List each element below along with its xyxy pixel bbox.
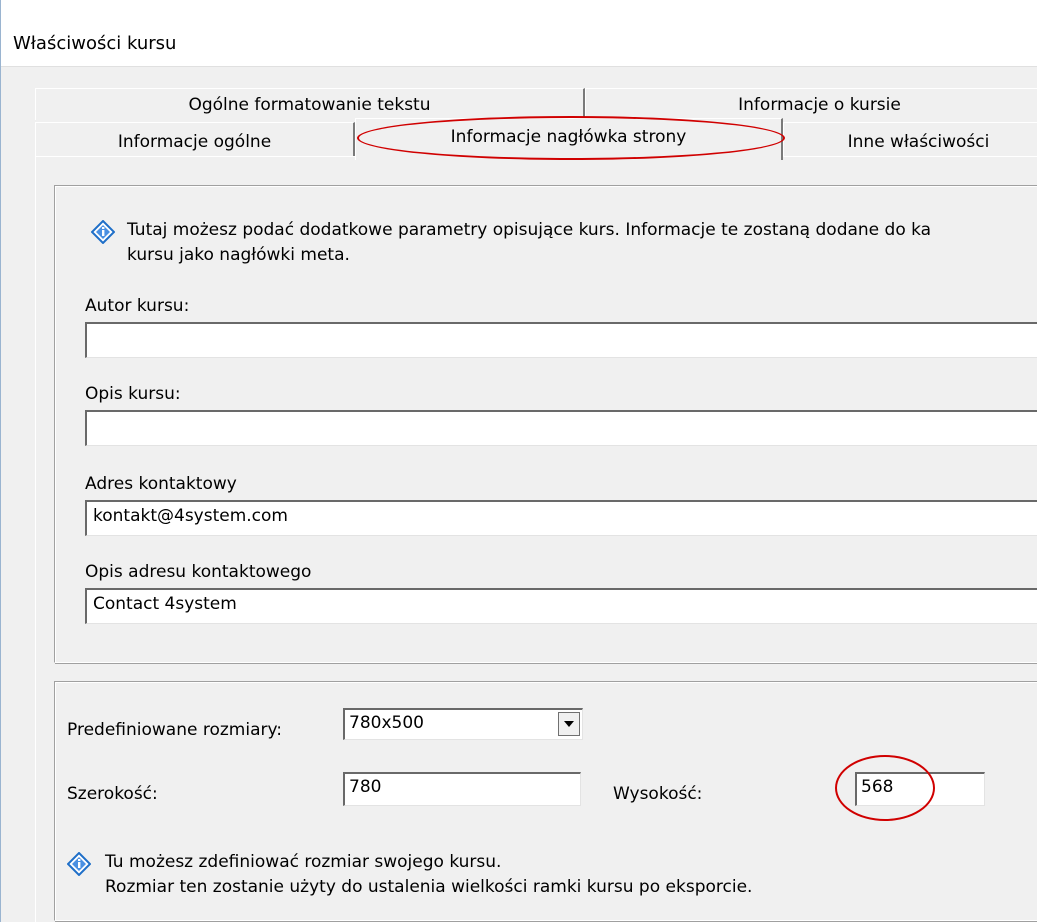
size-group: Predefiniowane rozmiary: 780x500 Szeroko… [54, 681, 1037, 921]
tab-label: Ogólne formatowanie tekstu [188, 95, 431, 115]
window-title: Właściwości kursu [13, 33, 177, 54]
info-icon [91, 220, 115, 244]
tab-course-info[interactable]: Informacje o kursie [585, 88, 1037, 120]
tab-panel: Tutaj możesz podać dodatkowe parametry o… [35, 156, 1037, 922]
meta-group: Tutaj możesz podać dodatkowe parametry o… [54, 185, 1037, 663]
meta-info-text-2: kursu jako nagłówki meta. [127, 245, 350, 265]
predefined-sizes-select[interactable]: 780x500 [343, 708, 583, 740]
height-label: Wysokość: [613, 784, 703, 804]
tab-text-formatting[interactable]: Ogólne formatowanie tekstu [35, 88, 585, 120]
tab-general-info[interactable]: Informacje ogólne [35, 122, 355, 158]
author-label: Autor kursu: [85, 296, 190, 316]
info-icon [67, 852, 91, 876]
tab-label: Informacje o kursie [738, 95, 901, 115]
contact-label: Adres kontaktowy [85, 474, 237, 494]
contact-desc-field[interactable]: Contact 4system [85, 588, 1037, 624]
predefined-sizes-label: Predefiniowane rozmiary: [67, 720, 283, 740]
tab-page-header-info[interactable]: Informacje nagłówka strony [355, 118, 783, 160]
width-field[interactable]: 780 [343, 772, 581, 806]
author-field[interactable] [85, 322, 1037, 358]
width-label: Szerokość: [67, 784, 158, 804]
contact-desc-label: Opis adresu kontaktowego [85, 562, 312, 582]
size-info-text: Tu możesz zdefiniować rozmiar swojego ku… [105, 852, 502, 872]
meta-info-text: Tutaj możesz podać dodatkowe parametry o… [127, 220, 932, 240]
height-field[interactable]: 568 [855, 772, 985, 806]
predefined-sizes-value: 780x500 [349, 713, 424, 733]
size-info-text-2: Rozmiar ten zostanie użyty do ustalenia … [105, 877, 753, 897]
description-field[interactable] [85, 410, 1037, 446]
contact-email-field[interactable]: kontakt@4system.com [85, 500, 1037, 536]
course-properties-window: Właściwości kursu Ogólne formatowanie te… [0, 0, 1037, 922]
tab-label: Informacje ogólne [117, 132, 272, 152]
tab-label: Inne właściwości [847, 132, 990, 152]
title-bar: Właściwości kursu [1, 0, 1037, 67]
tab-label: Informacje nagłówka strony [450, 127, 687, 147]
description-label: Opis kursu: [85, 384, 181, 404]
tab-other-properties[interactable]: Inne właściwości [783, 122, 1037, 158]
chevron-down-icon[interactable] [558, 712, 580, 736]
